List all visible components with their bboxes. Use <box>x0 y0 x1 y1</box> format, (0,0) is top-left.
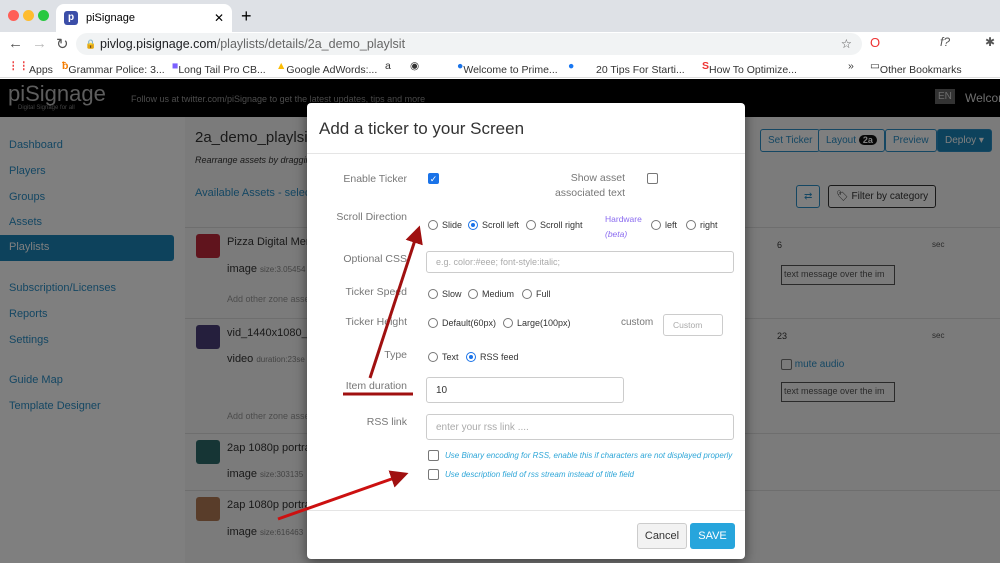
arrow-to-rss-options <box>277 470 409 521</box>
arrow-to-scroll-direction <box>368 225 423 379</box>
annotation-arrows <box>277 225 423 521</box>
